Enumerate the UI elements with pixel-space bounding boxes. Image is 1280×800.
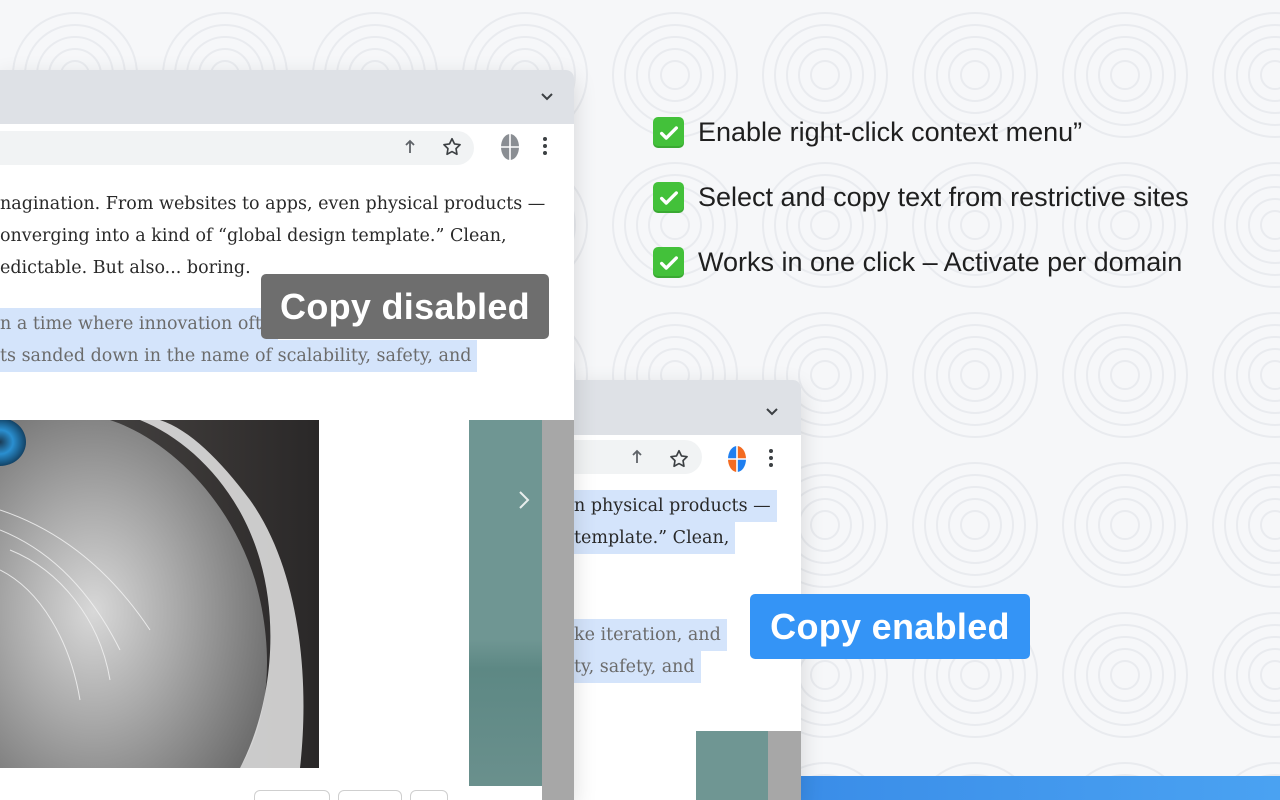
tab-strip: [574, 380, 801, 435]
article-paragraph: nagination. From websites to apps, even …: [0, 188, 545, 284]
action-button[interactable]: [254, 790, 330, 800]
selected-text[interactable]: template.” Clean,: [574, 522, 736, 554]
feature-item-copy-text: Select and copy text from restrictive si…: [653, 182, 1189, 213]
bookmark-star-icon[interactable]: [668, 448, 690, 470]
cat-photo: [0, 420, 319, 768]
chevron-down-icon[interactable]: [765, 407, 779, 417]
bookmark-star-icon[interactable]: [441, 136, 463, 158]
browser-window-disabled: nagination. From websites to apps, even …: [0, 70, 574, 800]
selected-text[interactable]: n physical products —: [574, 490, 777, 522]
selected-text[interactable]: ke iteration, and: [574, 619, 727, 651]
check-icon: [653, 182, 684, 213]
check-icon: [653, 117, 684, 148]
bottom-accent-band: [801, 776, 1280, 800]
article-paragraph: ke iteration, and ty, safety, and: [574, 619, 727, 683]
extension-icon-active[interactable]: [726, 444, 748, 474]
tab-strip: [0, 70, 574, 124]
selected-text[interactable]: ts sanded down in the name of scalabilit…: [0, 340, 478, 372]
chevron-down-icon[interactable]: [540, 92, 554, 102]
text-line: nagination. From websites to apps, even …: [0, 194, 546, 214]
action-button[interactable]: [410, 790, 448, 800]
check-icon: [653, 247, 684, 278]
share-icon[interactable]: [403, 138, 417, 154]
selected-text[interactable]: n a time where innovation ofte: [0, 308, 279, 340]
selected-text[interactable]: ty, safety, and: [574, 651, 701, 683]
copy-disabled-badge: Copy disabled: [261, 274, 549, 339]
extension-icon-inactive[interactable]: [499, 132, 521, 162]
chevron-right-icon[interactable]: [517, 490, 531, 510]
image-strip: [469, 420, 542, 786]
image-strip: [696, 731, 768, 800]
more-vert-icon[interactable]: [542, 136, 548, 156]
more-vert-icon[interactable]: [768, 448, 774, 468]
browser-window-enabled: n physical products — template.” Clean, …: [574, 380, 801, 800]
article-paragraph: n physical products — template.” Clean,: [574, 490, 777, 554]
text-line: onverging into a kind of “global design …: [0, 226, 507, 246]
feature-item-one-click: Works in one click – Activate per domain: [653, 247, 1182, 278]
action-button[interactable]: [338, 790, 402, 800]
copy-enabled-badge: Copy enabled: [750, 594, 1030, 659]
feature-text: Works in one click – Activate per domain: [698, 247, 1183, 277]
feature-text: Enable right-click context menu”: [698, 117, 1083, 147]
share-icon[interactable]: [630, 448, 644, 464]
browser-toolbar: [0, 124, 574, 172]
feature-item-context-menu: Enable right-click context menu”: [653, 117, 1082, 148]
page-side-panel: [542, 420, 574, 800]
feature-text: Select and copy text from restrictive si…: [698, 182, 1189, 212]
